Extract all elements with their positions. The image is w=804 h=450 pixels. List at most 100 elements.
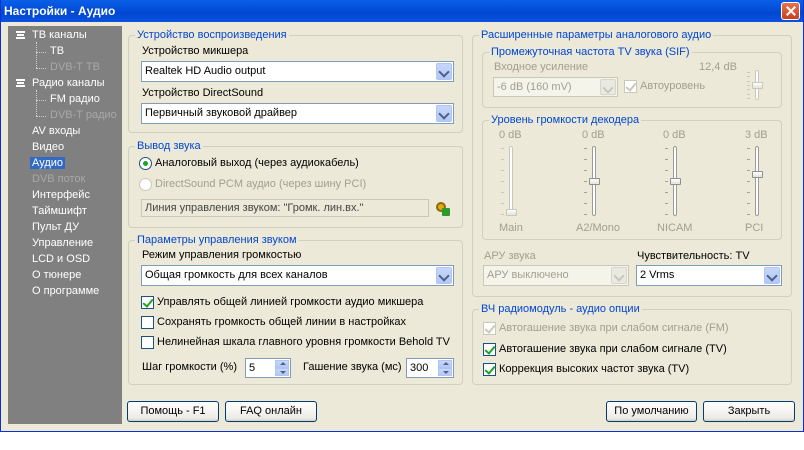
sidebar-item-label: DVB-T радио <box>50 109 117 121</box>
pcm-output-label[interactable]: DirectSound PCM аудио (через шину PCI) <box>155 178 366 191</box>
agc-select-value: АРУ выключено <box>487 269 569 281</box>
title-bar[interactable]: Настройки - Аудио <box>1 0 803 22</box>
slider-tick <box>665 148 668 149</box>
decoder-channel-label: NICAM <box>657 222 693 234</box>
slider-tick <box>665 192 668 193</box>
analog-output-label[interactable]: Аналоговый выход (через аудиокабель) <box>155 157 359 170</box>
window-title: Настройки - Аудио <box>4 4 116 18</box>
mixer-select[interactable]: Realtek HD Audio output <box>141 61 454 82</box>
analog-advanced-group-title: Расширенные параметры аналогового аудио <box>479 29 714 42</box>
close-button[interactable]: Закрыть <box>703 401 795 422</box>
chevron-down-icon[interactable] <box>611 267 627 284</box>
slider-track-main[interactable] <box>509 146 513 216</box>
sensitivity-select[interactable]: 2 Vrms <box>636 265 782 286</box>
input-gain-select[interactable]: -6 dB (160 mV) <box>493 77 618 97</box>
stepper-up-icon[interactable] <box>438 360 452 368</box>
help-button[interactable]: Помощь - F1 <box>127 401 219 422</box>
analog-output-radio[interactable] <box>139 157 152 170</box>
sidebar-item[interactable]: DVB поток <box>30 172 87 187</box>
stepper-down-icon[interactable] <box>438 368 452 376</box>
treble-correction-label[interactable]: Коррекция высоких частот звука (TV) <box>499 363 689 376</box>
tree-connector <box>36 52 46 53</box>
volume-step-stepper[interactable]: 5 <box>245 358 291 378</box>
fm-auto-mute-label[interactable]: Автогашение звука при слабом сигнале (FM… <box>499 322 729 335</box>
save-volume-label[interactable]: Сохранять громкость общей линии в настро… <box>157 316 406 329</box>
input-gain-label: Входное усиление <box>494 61 589 73</box>
sidebar-item-label: DVB-T ТВ <box>50 61 100 73</box>
sidebar-item-label: FM радио <box>50 93 100 105</box>
volume-step-label: Шаг громкости (%) <box>142 361 237 373</box>
chevron-down-icon[interactable] <box>436 63 452 80</box>
treble-correction-checkbox[interactable] <box>483 363 496 376</box>
sidebar-item[interactable]: Видео <box>30 140 66 155</box>
settings-window: Настройки - Аудио ТВ каналы ТВ DVB-T ТВ Рад… <box>0 0 804 432</box>
chevron-down-icon[interactable] <box>600 79 616 95</box>
sidebar-item[interactable]: Пульт ДУ <box>30 220 81 235</box>
sidebar-item[interactable]: О программе <box>30 284 101 299</box>
mixer-label: Устройство микшера <box>142 45 249 57</box>
sidebar-item[interactable]: AV входы <box>30 124 82 139</box>
save-volume-checkbox[interactable] <box>141 316 154 329</box>
sidebar-item[interactable]: DVB-T ТВ <box>48 60 102 75</box>
chevron-down-icon[interactable] <box>436 105 452 122</box>
sidebar-item[interactable]: ТВ <box>48 44 66 59</box>
decoder-db-label: 3 dB <box>745 129 768 141</box>
slider-tick <box>501 203 504 204</box>
tree-expander-icon[interactable] <box>16 79 25 88</box>
slider-tick <box>747 170 750 171</box>
nonlinear-scale-label[interactable]: Нелинейная шкала главного уровня громкос… <box>157 336 450 349</box>
sidebar-item[interactable]: Таймшифт <box>30 204 89 219</box>
slider-thumb-pci[interactable] <box>752 171 763 179</box>
agc-select[interactable]: АРУ выключено <box>483 265 629 286</box>
sidebar-item[interactable]: О тюнере <box>30 268 83 283</box>
slider-thumb-sif[interactable] <box>752 81 763 89</box>
decoder-db-label: 0 dB <box>663 129 686 141</box>
faq-button[interactable]: FAQ онлайн <box>225 401 317 422</box>
mixer-line-field: Линия управления звуком: "Громк. лин.вх.… <box>141 199 429 217</box>
sidebar-item-label: Видео <box>32 141 65 153</box>
close-icon[interactable] <box>781 2 800 20</box>
agc-label: АРУ звука <box>484 250 536 262</box>
pcm-output-radio[interactable] <box>139 178 152 191</box>
sidebar-item[interactable]: Управление <box>30 236 95 251</box>
directsound-select[interactable]: Первичный звуковой драйвер <box>141 103 454 124</box>
tree-expander-icon[interactable] <box>16 31 25 40</box>
volume-mode-select[interactable]: Общая громкость для всех каналов <box>141 265 454 286</box>
control-mixer-line-label[interactable]: Управлять общей линией громкости аудио м… <box>157 296 423 309</box>
slider-tick <box>747 72 750 73</box>
decoder-group-title: Уровень громкости декодера <box>489 114 642 127</box>
slider-thumb-main[interactable] <box>506 209 517 216</box>
mute-fade-stepper[interactable]: 300 <box>406 358 454 378</box>
sidebar-item[interactable]: LCD и OSD <box>30 252 92 267</box>
sidebar-item[interactable]: FM радио <box>48 92 102 107</box>
tv-auto-mute-label[interactable]: Автогашение звука при слабом сигнале (TV… <box>499 343 727 356</box>
slider-thumb-a2-mono[interactable] <box>589 177 600 185</box>
sidebar-item[interactable]: DVB-T радио <box>48 108 119 123</box>
chevron-down-icon[interactable] <box>436 267 452 284</box>
mute-fade-label: Гашение звука (мс) <box>303 361 402 373</box>
auto-level-label[interactable]: Автоуровень <box>640 80 705 93</box>
chevron-down-icon[interactable] <box>764 267 780 284</box>
defaults-button[interactable]: По умолчанию <box>606 401 697 422</box>
sidebar-item-label: О тюнере <box>32 269 82 281</box>
stepper-up-icon[interactable] <box>275 360 289 368</box>
mixer-config-icon[interactable] <box>433 200 450 216</box>
sidebar-item[interactable]: Радио каналы <box>30 76 107 91</box>
sidebar-item[interactable]: Аудио <box>30 156 66 171</box>
sidebar-item[interactable]: ТВ каналы <box>30 28 89 43</box>
control-mixer-line-checkbox[interactable] <box>141 296 154 309</box>
slider-thumb-nicam[interactable] <box>670 177 681 185</box>
sidebar-item-label: DVB поток <box>32 173 86 185</box>
slider-tick <box>747 214 750 215</box>
fm-auto-mute-checkbox[interactable] <box>483 322 496 335</box>
tv-auto-mute-checkbox[interactable] <box>483 343 496 356</box>
sidebar-tree[interactable]: ТВ каналы ТВ DVB-T ТВ Радио каналы FM радио D… <box>8 26 122 424</box>
sidebar-item[interactable]: Интерфейс <box>30 188 92 203</box>
sidebar-item-label: Таймшифт <box>32 205 87 217</box>
stepper-down-icon[interactable] <box>275 368 289 376</box>
slider-tick <box>747 93 750 95</box>
slider-track-pci[interactable] <box>755 146 759 216</box>
auto-level-checkbox[interactable] <box>624 80 637 93</box>
sensitivity-label: Чувствительность: TV <box>637 250 750 262</box>
nonlinear-scale-checkbox[interactable] <box>141 336 154 349</box>
